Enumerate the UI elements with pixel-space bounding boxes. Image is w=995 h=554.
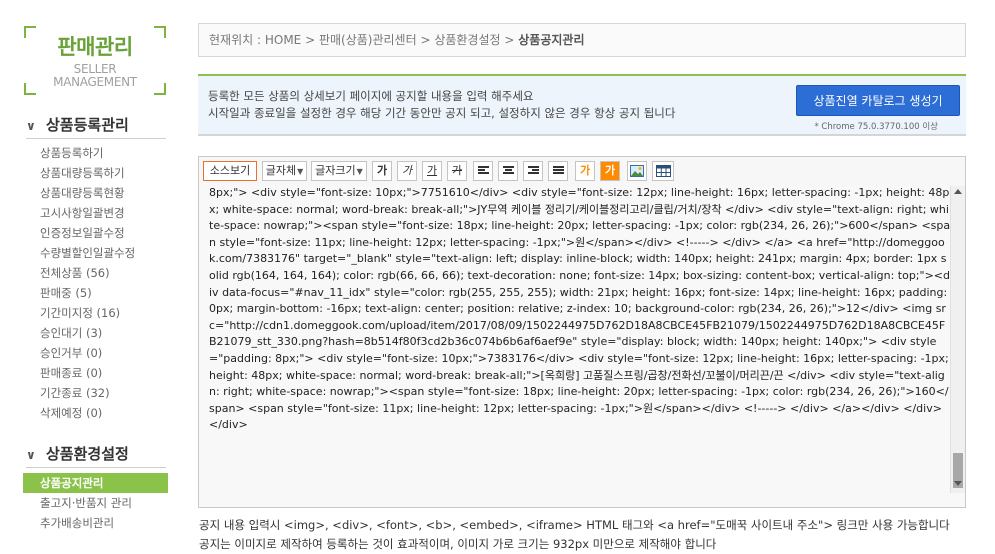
insert-table-icon[interactable] xyxy=(652,161,674,181)
background-color-button[interactable]: 가 xyxy=(600,161,620,181)
strikethrough-button[interactable]: 가 xyxy=(447,161,467,181)
breadcrumb-center[interactable]: 판매(상품)관리센터 xyxy=(319,33,417,47)
dropdown-arrow-icon: ▼ xyxy=(297,167,304,176)
chrome-version-note: * Chrome 75.0.3770.100 이상 xyxy=(814,122,938,132)
dropdown-arrow-icon: ▼ xyxy=(356,167,363,176)
logo-title: 판매관리 xyxy=(57,35,133,59)
sidebar-item[interactable]: 상품대량등록하기 xyxy=(40,163,175,183)
font-family-label: 글자체 xyxy=(265,164,297,177)
sidebar-item[interactable]: 고시사항일괄변경 xyxy=(40,203,175,223)
notice-bar: 등록한 모든 상품의 상세보기 페이지에 공지할 내용을 입력 해주세요 시작일… xyxy=(198,74,966,136)
catalog-generator-button[interactable]: 상품진열 카탈로그 생성기 xyxy=(796,85,960,116)
seller-management-logo: 판매관리 SELLER MANAGEMENT xyxy=(24,26,166,95)
italic-button[interactable]: 가 xyxy=(397,161,417,181)
sidebar-item[interactable]: 판매종료 (0) xyxy=(40,363,175,383)
source-code-content: 8px;"> <div style="font-size: 10px;">775… xyxy=(209,186,951,432)
align-center-icon[interactable] xyxy=(498,161,518,181)
breadcrumb-home[interactable]: HOME xyxy=(265,33,301,47)
section-product-registration[interactable]: ∨ 상품등록관리 xyxy=(26,114,166,139)
sidebar-item[interactable]: 전체상품 (56) xyxy=(40,263,175,283)
section-title: 상품환경설정 xyxy=(46,445,129,463)
bold-button[interactable]: 가 xyxy=(372,161,392,181)
chevron-down-icon: ∨ xyxy=(26,119,36,133)
align-left-icon[interactable] xyxy=(473,161,493,181)
source-view-button[interactable]: 소스보기 xyxy=(203,161,257,181)
font-size-label: 글자크기 xyxy=(315,164,356,177)
sidebar-item[interactable]: 삭제예정 (0) xyxy=(40,403,175,423)
breadcrumb-settings[interactable]: 상품환경설정 xyxy=(434,33,500,47)
notice-line-1: 등록한 모든 상품의 상세보기 페이지에 공지할 내용을 입력 해주세요 xyxy=(208,89,534,103)
sidebar-item[interactable]: 상품대량등록현황 xyxy=(40,183,175,203)
notice-editor: 소스보기 글자체▼ 글자크기▼ 가 가 가 가 가 가 8px;"> <div … xyxy=(198,156,966,508)
underline-button[interactable]: 가 xyxy=(422,161,442,181)
sidebar: 판매관리 SELLER MANAGEMENT ∨ 상품등록관리 상품등록하기 상품… xyxy=(0,0,180,545)
source-code-textarea[interactable]: 8px;"> <div style="font-size: 10px;">775… xyxy=(199,186,951,493)
sidebar-item[interactable]: 기간미지정 (16) xyxy=(40,303,175,323)
section-product-settings[interactable]: ∨ 상품환경설정 xyxy=(26,443,166,468)
product-settings-menu: 상품공지관리 출고지·반품지 관리 추가배송비관리 xyxy=(23,473,175,533)
sidebar-item[interactable]: 판매중 (5) xyxy=(40,283,175,303)
align-right-icon[interactable] xyxy=(523,161,543,181)
breadcrumb-label: 현재위치 : xyxy=(209,33,265,47)
footer-note: 공지 내용 입력시 <img>, <div>, <font>, <b>, <em… xyxy=(199,516,950,554)
breadcrumb: 현재위치 : HOME > 판매(상품)관리센터 > 상품환경설정 > 상품공지… xyxy=(198,23,966,57)
sidebar-item[interactable]: 기간종료 (32) xyxy=(40,383,175,403)
footer-note-line-1: 공지 내용 입력시 <img>, <div>, <font>, <b>, <em… xyxy=(199,518,950,532)
sidebar-item[interactable]: 상품등록하기 xyxy=(40,143,175,163)
justify-icon[interactable] xyxy=(548,161,568,181)
sidebar-item[interactable]: 추가배송비관리 xyxy=(40,513,175,533)
notice-text: 등록한 모든 상품의 상세보기 페이지에 공지할 내용을 입력 해주세요 시작일… xyxy=(208,88,675,122)
sidebar-item-active[interactable]: 상품공지관리 xyxy=(23,473,168,493)
sidebar-item[interactable]: 출고지·반품지 관리 xyxy=(40,493,175,513)
font-family-select[interactable]: 글자체▼ xyxy=(262,161,307,181)
sidebar-item[interactable]: 승인대기 (3) xyxy=(40,323,175,343)
insert-image-icon[interactable] xyxy=(627,161,647,181)
sidebar-item[interactable]: 승인거부 (0) xyxy=(40,343,175,363)
sidebar-item[interactable]: 인증정보일괄수정 xyxy=(40,223,175,243)
scroll-up-icon[interactable] xyxy=(954,189,962,194)
breadcrumb-separator: > xyxy=(301,33,319,47)
breadcrumb-current: 상품공지관리 xyxy=(518,33,585,47)
font-color-button[interactable]: 가 xyxy=(575,161,595,181)
logo-subtitle-2: MANAGEMENT xyxy=(53,75,137,89)
sidebar-item[interactable]: 수량별할인일괄수정 xyxy=(40,243,175,263)
product-registration-menu: 상품등록하기 상품대량등록하기 상품대량등록현황 고시사항일괄변경 인증정보일괄… xyxy=(40,143,175,423)
section-title: 상품등록관리 xyxy=(46,116,129,134)
editor-toolbar: 소스보기 글자체▼ 글자크기▼ 가 가 가 가 가 가 xyxy=(199,157,965,187)
scroll-down-icon[interactable] xyxy=(954,481,962,486)
chevron-down-icon: ∨ xyxy=(26,448,36,462)
breadcrumb-separator: > xyxy=(500,33,519,47)
breadcrumb-separator: > xyxy=(416,33,435,47)
editor-scrollbar[interactable] xyxy=(950,186,965,493)
notice-line-2: 시작일과 종료일을 설정한 경우 해당 기간 동안만 공지 되고, 설정하지 않… xyxy=(208,106,676,120)
font-size-select[interactable]: 글자크기▼ xyxy=(311,161,367,181)
